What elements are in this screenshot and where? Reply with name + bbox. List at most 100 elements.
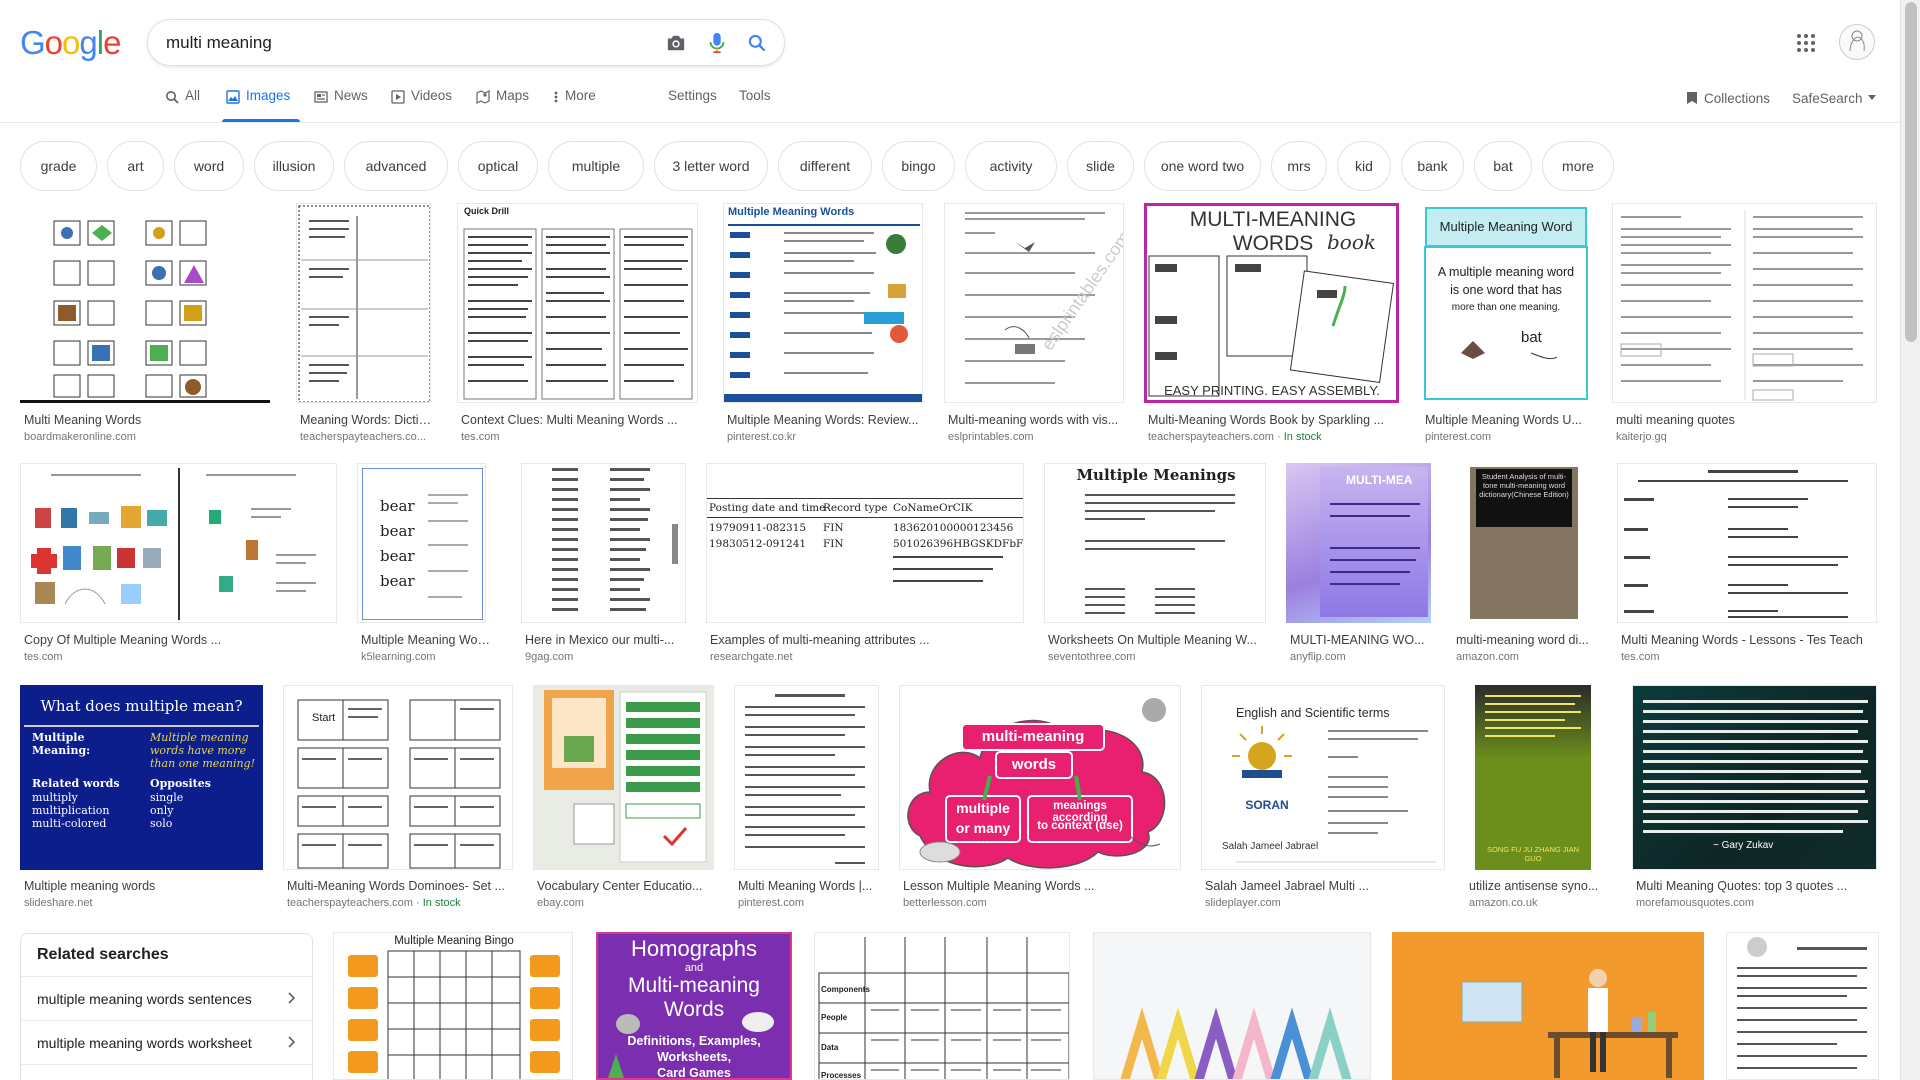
search-icon[interactable] <box>745 31 769 55</box>
tools-link[interactable]: Tools <box>739 88 771 122</box>
apps-grid-icon[interactable] <box>1794 31 1818 55</box>
result-caption[interactable]: utilize antisense syno... <box>1469 879 1601 893</box>
chip-label: word <box>193 158 225 174</box>
tab-images[interactable]: Images <box>221 88 301 122</box>
microphone-icon[interactable] <box>705 31 729 55</box>
chip-bank[interactable]: bank <box>1401 141 1464 191</box>
result-caption[interactable]: Salah Jameel Jabrael Multi ... <box>1205 879 1445 893</box>
chip-grade[interactable]: grade <box>20 141 97 191</box>
chip-activity[interactable]: activity <box>965 141 1057 191</box>
chip-more[interactable]: more <box>1542 141 1614 191</box>
result-caption[interactable]: Context Clues: Multi Meaning Words ... <box>461 413 698 427</box>
result-caption[interactable]: Multi Meaning Quotes: top 3 quotes ... <box>1636 879 1877 893</box>
result-source: pinterest.com <box>738 897 805 909</box>
result-thumbnail <box>1392 932 1704 1080</box>
related-search-item[interactable]: multiple meaning words worksheet <box>21 1020 312 1064</box>
result-caption[interactable]: multi-meaning word di... <box>1456 633 1592 647</box>
tab-all[interactable]: All <box>165 88 200 122</box>
thumb-line: Multiple <box>32 731 85 744</box>
result-caption[interactable]: multi meaning quotes <box>1616 413 1877 427</box>
chip-bat[interactable]: bat <box>1474 141 1532 191</box>
chip-3-letter-word[interactable]: 3 letter word <box>654 141 768 191</box>
in-stock-badge: In stock <box>1283 431 1322 443</box>
result-caption[interactable]: Multi Meaning Words <box>24 413 270 427</box>
safesearch-menu[interactable]: SafeSearch <box>1792 91 1877 106</box>
result-caption[interactable]: Examples of multi-meaning attributes ... <box>710 633 1024 647</box>
result-thumbnail: Multiple Meanings <box>1044 463 1266 623</box>
settings-link[interactable]: Settings <box>668 88 717 122</box>
chip-label: kid <box>1355 158 1373 174</box>
tab-label: All <box>185 88 201 103</box>
result-caption[interactable]: Multi-Meaning Words Book by Sparkling ..… <box>1148 413 1399 427</box>
result-thumbnail <box>1093 932 1371 1080</box>
chip-label: multiple <box>571 158 621 174</box>
related-search-item[interactable] <box>21 1064 312 1080</box>
thumb-line: multiplication <box>32 804 110 817</box>
thumb-line: words have more <box>150 744 247 757</box>
scrollbar-thumb[interactable] <box>1905 2 1917 342</box>
result-source: teacherspayteachers.com · In stock <box>287 897 513 909</box>
related-search-item[interactable]: multiple meaning words sentences <box>21 976 312 1020</box>
thumb-line: solo <box>150 817 173 830</box>
thumb-line: multiply <box>32 791 78 804</box>
chip-one-word-two[interactable]: one word two <box>1144 141 1261 191</box>
search-input[interactable] <box>166 30 626 56</box>
result-source: researchgate.net <box>710 651 793 663</box>
result-caption[interactable]: Multi-Meaning Words Dominoes- Set ... <box>287 879 513 893</box>
result-caption[interactable]: Lesson Multiple Meaning Words ... <box>903 879 1181 893</box>
related-search-label: multiple meaning words sentences <box>37 990 252 1007</box>
result-source: ebay.com <box>537 897 584 909</box>
chip-slide[interactable]: slide <box>1067 141 1134 191</box>
tab-videos[interactable]: Videos <box>391 88 452 122</box>
news-icon <box>314 91 328 103</box>
chip-illusion[interactable]: illusion <box>254 141 334 191</box>
result-caption[interactable]: Vocabulary Center Educatio... <box>537 879 714 893</box>
result-caption[interactable]: Meaning Words: Dictio... <box>300 413 435 427</box>
chip-kid[interactable]: kid <box>1337 141 1391 191</box>
result-thumbnail: MULTI-MEA <box>1286 463 1431 623</box>
chip-label: grade <box>40 158 77 174</box>
result-caption[interactable]: Multi Meaning Words - Lessons - Tes Teac… <box>1621 633 1877 647</box>
tab-more[interactable]: More <box>553 88 596 122</box>
collections-label: Collections <box>1704 91 1771 106</box>
chip-optical[interactable]: optical <box>458 141 538 191</box>
thumb-heading: What does multiple mean? <box>40 697 243 715</box>
thumb-author: Salah Jameel Jabrael <box>1222 841 1319 852</box>
result-caption[interactable]: MULTI-MEANING WO... <box>1290 633 1431 647</box>
result-caption[interactable]: Multi-meaning words with vis... <box>948 413 1124 427</box>
chip-mrs[interactable]: mrs <box>1271 141 1327 191</box>
related-searches-panel: Related searches multiple meaning words … <box>20 933 313 1080</box>
result-caption[interactable]: Multiple Meaning Words U... <box>1425 413 1591 427</box>
tools-label: Tools <box>739 88 771 103</box>
page-scrollbar[interactable] <box>1900 0 1920 1080</box>
result-caption[interactable]: Copy Of Multiple Meaning Words ... <box>24 633 337 647</box>
result-source: pinterest.co.kr <box>727 431 797 443</box>
result-caption[interactable]: Multiple Meaning Words: Review... <box>727 413 923 427</box>
result-source: kaiterjo.gq <box>1616 431 1667 443</box>
search-box <box>147 19 785 66</box>
chip-bingo[interactable]: bingo <box>882 141 955 191</box>
camera-icon[interactable] <box>664 31 688 55</box>
result-thumbnail: ~ Gary Zukav <box>1632 685 1877 870</box>
result-caption[interactable]: Worksheets On Multiple Meaning W... <box>1048 633 1266 647</box>
result-caption[interactable]: Multiple meaning words <box>24 879 263 893</box>
tab-label: Images <box>246 88 291 103</box>
thumb-line: Related words <box>32 777 120 790</box>
chip-label: art <box>127 158 144 174</box>
result-source: anyflip.com <box>1290 651 1346 663</box>
result-thumbnail: multi-meaning words multiple or many mea… <box>899 685 1181 870</box>
tab-maps[interactable]: Maps <box>476 88 529 122</box>
chip-label: bingo <box>901 158 936 174</box>
result-caption[interactable]: Multiple Meaning Wor... <box>361 633 490 647</box>
chip-word[interactable]: word <box>174 141 244 191</box>
collections-link[interactable]: Collections <box>1686 91 1770 106</box>
google-logo[interactable]: Google <box>20 24 121 62</box>
result-caption[interactable]: Here in Mexico our multi-... <box>525 633 686 647</box>
account-avatar[interactable] <box>1839 24 1875 60</box>
chip-art[interactable]: art <box>107 141 164 191</box>
chip-multiple[interactable]: multiple <box>548 141 644 191</box>
result-caption[interactable]: Multi Meaning Words |... <box>738 879 879 893</box>
chip-different[interactable]: different <box>778 141 872 191</box>
chip-advanced[interactable]: advanced <box>344 141 448 191</box>
tab-news[interactable]: News <box>314 88 368 122</box>
